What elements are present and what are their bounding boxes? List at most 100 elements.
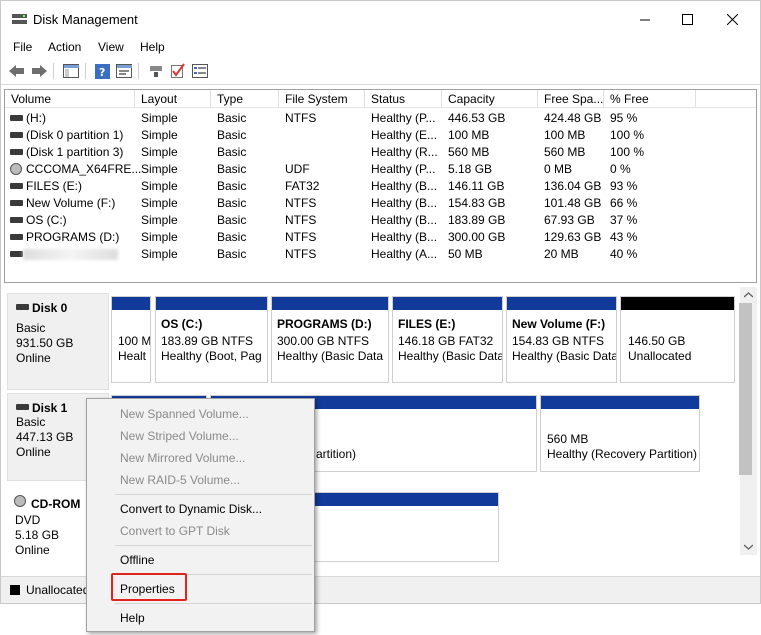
cell-layout: Simple [141,179,178,193]
menu-item-new-spanned-volume[interactable]: New Spanned Volume... [120,407,249,421]
cell-status: Healthy (B... [371,179,438,193]
menu-item-properties[interactable]: Properties [120,582,175,596]
scroll-up-icon[interactable] [744,292,753,298]
list-button[interactable] [191,62,209,80]
help-button[interactable]: ? [93,62,111,80]
volume-list[interactable]: Volume Layout Type File System Status Ca… [4,89,757,283]
column-header-type[interactable]: Type [211,90,279,108]
cell-fs: NTFS [285,196,317,210]
cell-layout: Simple [141,230,178,244]
volume-row[interactable]: (Disk 0 partition 1) Simple Basic Healthy (… [5,127,756,144]
maximize-button[interactable] [664,1,710,37]
cell-volume: New Volume (F:) [26,196,116,210]
title-bar[interactable]: Disk Management [1,1,760,37]
volume-row[interactable]: (H:) Simple Basic NTFS Healthy (P... 446.53 G… [5,110,756,127]
cell-type: Basic [217,145,247,159]
column-header-status[interactable]: Status [365,90,442,108]
column-header-layout[interactable]: Layout [135,90,211,108]
disk-0-type: Basic [16,321,46,335]
connect-button[interactable] [147,62,165,80]
partition-programs-d[interactable]: PROGRAMS (D:) 300.00 GB NTFS Healthy (Ba… [271,296,389,383]
close-icon [726,13,738,25]
partition-files-e[interactable]: FILES (E:) 146.18 GB FAT32 Healthy (Basi… [392,296,503,383]
cell-free: 560 MB [544,145,586,159]
menu-item-new-striped-volume[interactable]: New Striped Volume... [120,429,239,443]
cell-type: Basic [217,247,247,261]
partition-new-volume-f[interactable]: New Volume (F:) 154.83 GB NTFS Healthy (… [506,296,617,383]
menu-item-convert-dynamic-disk[interactable]: Convert to Dynamic Disk... [120,502,262,516]
cell-volume: (Disk 0 partition 1) [26,128,124,142]
cell-pct: 43 % [610,230,638,244]
show-hide-console-tree-icon [63,64,79,78]
cell-free: 20 MB [544,247,579,261]
cell-status: Healthy (B... [371,230,438,244]
column-header-free-space[interactable]: Free Spa... [538,90,604,108]
menu-item-help[interactable]: Help [120,611,145,625]
forward-button[interactable] [30,62,48,80]
volume-row[interactable]: FILES (E:) Simple Basic FAT32 Healthy (B... 1… [5,178,756,195]
cell-fs: NTFS [285,230,317,244]
volume-icon [10,132,23,138]
volume-row[interactable]: CCCOMA_X64FRE... Simple Basic UDF Healthy (P… [5,161,756,178]
cell-free: 129.63 GB [544,230,602,244]
toolbar: ? [1,59,760,85]
menu-file[interactable]: File [13,40,32,54]
column-header-file-system[interactable]: File System [279,90,365,108]
cell-capacity: 154.83 GB [448,196,506,210]
check-button[interactable] [169,62,187,80]
volume-row[interactable]: OS (C:) Simple Basic NTFS Healthy (B... 183.8… [5,212,756,229]
unallocated-legend-label: Unallocated [26,583,90,597]
volume-row[interactable]: (Disk 1 partition 3) Simple Basic Healthy (… [5,144,756,161]
menu-item-new-mirrored-volume[interactable]: New Mirrored Volume... [120,451,245,465]
cell-free: 424.48 GB [544,111,602,125]
menu-action[interactable]: Action [48,40,81,54]
cell-capacity: 50 MB [448,247,483,261]
scrollbar-thumb[interactable] [739,303,752,475]
menu-item-offline[interactable]: Offline [120,553,154,567]
close-button[interactable] [709,1,755,37]
disk-1-name: Disk 1 [32,401,68,415]
column-header-volume[interactable]: Volume [5,90,135,108]
volume-icon [10,217,23,223]
cell-status: Healthy (P... [371,162,436,176]
show-hide-console-tree-button[interactable] [62,62,80,80]
menu-view[interactable]: View [98,40,124,54]
partition-recovery[interactable]: 560 MB Healthy (Recovery Partition) [540,395,700,472]
volume-icon [10,234,23,240]
volume-row[interactable]: New Volume (F:) Simple Basic NTFS Healthy (B… [5,195,756,212]
volume-row[interactable]: PROGRAMS (D:) Simple Basic NTFS Healthy (B..… [5,229,756,246]
column-header-percent-free[interactable]: % Free [604,90,696,108]
menu-item-convert-gpt-disk[interactable]: Convert to GPT Disk [120,524,230,538]
scroll-down-icon[interactable] [744,544,753,550]
cell-type: Basic [217,196,247,210]
cell-free: 67.93 GB [544,213,595,227]
cell-pct: 40 % [610,247,638,261]
disk-0-partition-1[interactable]: 100 M Healt [111,296,151,383]
window-title: Disk Management [33,12,138,27]
cdrom-state: Online [15,543,50,557]
disk-0-unallocated[interactable]: 146.50 GB Unallocated [620,296,735,383]
help-icon: ? [94,63,110,79]
forward-arrow-icon [32,65,47,77]
cell-volume: CCCOMA_X64FRE... [26,162,142,176]
minimize-button[interactable] [622,1,668,37]
partition-os-c[interactable]: OS (C:) 183.89 GB NTFS Healthy (Boot, Pa… [155,296,268,383]
cell-fs: UDF [285,162,310,176]
volume-row[interactable]: Simple Basic NTFS Healthy (A... 50 MB 20 MB 40… [5,246,756,263]
cell-volume: OS (C:) [26,213,67,227]
cell-pct: 0 % [610,162,631,176]
cell-fs: NTFS [285,111,317,125]
cdrom-icon [14,495,26,507]
back-button[interactable] [8,62,26,80]
menu-item-new-raid5-volume[interactable]: New RAID-5 Volume... [120,473,240,487]
properties-button[interactable] [115,62,133,80]
cell-type: Basic [217,179,247,193]
cell-status: Healthy (B... [371,196,438,210]
cell-type: Basic [217,162,247,176]
cell-layout: Simple [141,247,178,261]
column-header-capacity[interactable]: Capacity [442,90,538,108]
cell-layout: Simple [141,213,178,227]
disk-0-header[interactable]: Disk 0 Basic 931.50 GB Online [7,293,109,390]
disk-0-state: Online [16,351,51,365]
menu-help[interactable]: Help [140,40,165,54]
